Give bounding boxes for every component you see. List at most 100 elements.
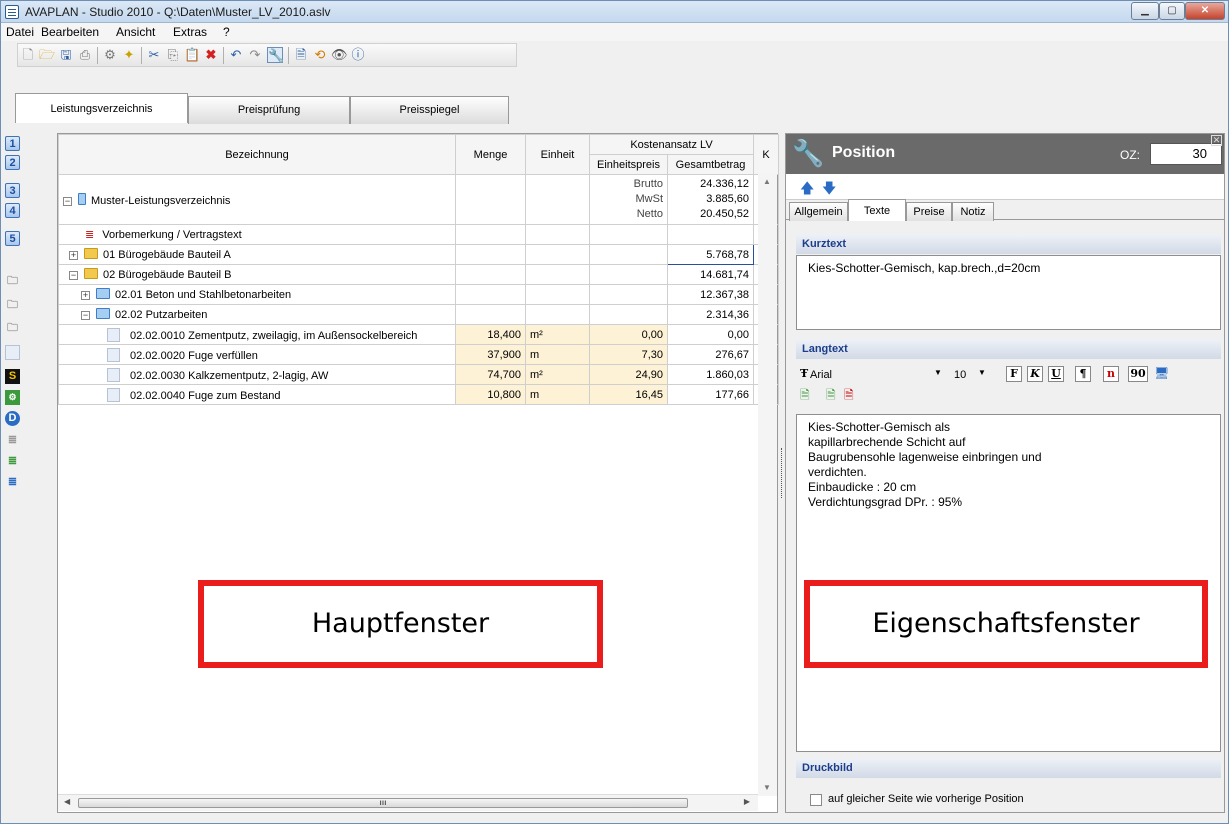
menu-ansicht[interactable]: Ansicht — [116, 25, 155, 39]
document-view-icon[interactable]: 🗎 — [293, 47, 309, 63]
expand-icon[interactable]: + — [81, 291, 90, 300]
menge-cell[interactable]: 18,400 — [455, 324, 526, 345]
table-row[interactable]: 02.02.0010 Zementputz, zweilagig, im Auß… — [58, 324, 780, 345]
root-cell[interactable]: − Muster-Leistungsverzeichnis — [58, 174, 456, 225]
menu-help[interactable]: ? — [223, 25, 230, 39]
table-row[interactable]: +01 Bürogebäude Bauteil A 5.768,78 — [58, 244, 780, 265]
paste-icon[interactable]: 📋 — [184, 47, 200, 63]
s-icon[interactable]: S — [5, 369, 20, 384]
menge-cell[interactable]: 37,900 — [455, 344, 526, 365]
tab-preise[interactable]: Preise — [906, 202, 952, 221]
position-icon[interactable] — [5, 345, 20, 360]
col-header-menge[interactable]: Menge — [455, 134, 526, 175]
col-header-einheitspreis[interactable]: Einheitspreis — [589, 154, 668, 175]
maximize-button[interactable]: ▢ — [1159, 2, 1185, 20]
einheitspreis-cell[interactable]: 24,90 — [589, 364, 668, 385]
group-total[interactable]: 5.768,78 — [666, 244, 755, 265]
level-5-button[interactable]: 5 — [5, 231, 20, 246]
level-2-button[interactable]: 2 — [5, 155, 20, 170]
collapse-icon[interactable]: − — [81, 311, 90, 320]
table-row[interactable]: − 02.02 Putzarbeiten 2.314,36 — [58, 304, 780, 325]
settings-gear-icon[interactable]: ⚙ — [102, 47, 118, 63]
table-row[interactable]: 02.02.0020 Fuge verfüllen 37,900 m 7,30 … — [58, 344, 780, 365]
save-icon[interactable]: 🖫 — [58, 47, 74, 63]
einheit-cell[interactable]: m — [525, 344, 590, 365]
d-icon[interactable]: D — [5, 411, 20, 426]
table-row[interactable]: 02.02.0030 Kalkzementputz, 2-lagig, AW 7… — [58, 364, 780, 385]
scroll-right-icon[interactable]: ▶ — [744, 797, 750, 806]
open-folder-icon[interactable]: 🗁 — [39, 47, 55, 63]
einheitspreis-cell[interactable]: 0,00 — [589, 324, 668, 345]
folder-icon[interactable]: 🗀 — [5, 321, 20, 336]
einheit-cell[interactable]: m² — [525, 324, 590, 345]
magic-wand-icon[interactable]: ✦ — [121, 47, 137, 63]
font-name-select[interactable]: Arial — [810, 366, 950, 384]
einheitspreis-cell[interactable]: 16,45 — [589, 384, 668, 405]
menge-cell[interactable]: 10,800 — [455, 384, 526, 405]
menu-extras[interactable]: Extras — [173, 25, 207, 39]
green-text-icon[interactable]: ≣ — [5, 454, 20, 469]
remove-text-icon[interactable]: 🗎 — [844, 386, 854, 407]
clear-format-button[interactable]: n — [1103, 366, 1119, 382]
grid-vertical-scrollbar[interactable]: ▲ ▼ — [758, 173, 777, 796]
chevron-down-icon[interactable]: ▼ — [978, 368, 986, 377]
italic-button[interactable]: K — [1027, 366, 1043, 382]
bold-button[interactable]: F — [1006, 366, 1022, 382]
col-header-bezeichnung[interactable]: Bezeichnung — [58, 134, 456, 175]
add-text-icon[interactable]: 🗎 — [826, 386, 836, 407]
folder-icon[interactable]: 🗀 — [5, 298, 20, 313]
tab-texte[interactable]: Texte — [848, 199, 906, 221]
grid-horizontal-scrollbar[interactable]: ◀ ııı ▶ — [58, 794, 758, 811]
tab-preisspiegel[interactable]: Preisspiegel — [350, 96, 509, 124]
tab-leistungsverzeichnis[interactable]: Leistungsverzeichnis — [15, 93, 188, 123]
col-header-einheit[interactable]: Einheit — [525, 134, 590, 175]
menu-bearbeiten[interactable]: Bearbeiten — [41, 25, 99, 39]
table-row[interactable]: − Muster-Leistungsverzeichnis Brutto MwSt… — [58, 174, 780, 225]
menge-cell[interactable]: 74,700 — [455, 364, 526, 385]
oz-input[interactable]: 30 — [1150, 143, 1222, 165]
undo-icon[interactable]: ↶ — [228, 47, 244, 63]
einheitspreis-cell[interactable]: 7,30 — [589, 344, 668, 365]
col-header-k[interactable]: K — [753, 134, 780, 175]
splitter-grip[interactable] — [781, 448, 783, 498]
underline-button[interactable]: U — [1048, 366, 1064, 382]
collapse-icon[interactable]: − — [69, 271, 78, 280]
einheit-cell[interactable]: m² — [525, 364, 590, 385]
preview-eye-icon[interactable]: 👁 — [331, 47, 348, 63]
monitor-icon[interactable]: 🖥 — [1154, 366, 1169, 380]
same-page-checkbox[interactable] — [810, 794, 822, 806]
copy-icon[interactable]: ⎘ — [165, 47, 181, 63]
table-row[interactable]: ≣ Vorbemerkung / Vertragstext — [58, 224, 780, 245]
paragraph-button[interactable]: ¶ — [1075, 366, 1091, 382]
scroll-left-icon[interactable]: ◀ — [64, 797, 70, 806]
wrench-toggle-icon[interactable]: 🔧 — [267, 47, 284, 63]
close-button[interactable]: ✕ — [1185, 2, 1225, 20]
level-4-button[interactable]: 4 — [5, 203, 20, 218]
horizontal-scroll-thumb[interactable]: ııı — [78, 798, 688, 808]
scroll-down-icon[interactable]: ▼ — [763, 783, 771, 792]
table-row[interactable]: +02.01 Beton und Stahlbetonarbeiten 12.3… — [58, 284, 780, 305]
panel-close-icon[interactable]: ✕ — [1211, 135, 1222, 146]
tab-preispruefung[interactable]: Preisprüfung — [188, 96, 350, 124]
print-icon[interactable]: ⎙ — [77, 47, 93, 63]
menu-datei[interactable]: Datei — [6, 25, 34, 39]
level-1-button[interactable]: 1 — [5, 136, 20, 151]
einheit-cell[interactable]: m — [525, 384, 590, 405]
refresh-icon[interactable]: ⟲ — [312, 47, 328, 63]
collapse-icon[interactable]: − — [63, 196, 72, 206]
green-marker-icon[interactable]: ⚙ — [5, 390, 20, 405]
tab-allgemein[interactable]: Allgemein — [789, 202, 848, 221]
level-3-button[interactable]: 3 — [5, 183, 20, 198]
text-lines-icon[interactable]: ≣ — [5, 433, 20, 448]
folder-icon[interactable]: 🗀 — [5, 274, 20, 289]
cut-icon[interactable]: ✂ — [146, 47, 162, 63]
table-row[interactable]: 02.02.0040 Fuge zum Bestand 10,800 m 16,… — [58, 384, 780, 405]
blue-text-icon[interactable]: ≣ — [5, 475, 20, 490]
delete-icon[interactable]: ✖ — [203, 47, 219, 63]
col-header-gesamtbetrag[interactable]: Gesamtbetrag — [666, 154, 755, 175]
rotate-button[interactable]: 90 — [1128, 366, 1148, 382]
arrow-up-icon[interactable]: 🡅 — [800, 178, 814, 202]
expand-icon[interactable]: + — [69, 251, 78, 260]
table-row[interactable]: − 02 Bürogebäude Bauteil B 14.681,74 — [58, 264, 780, 285]
arrow-down-icon[interactable]: 🡇 — [822, 178, 836, 202]
